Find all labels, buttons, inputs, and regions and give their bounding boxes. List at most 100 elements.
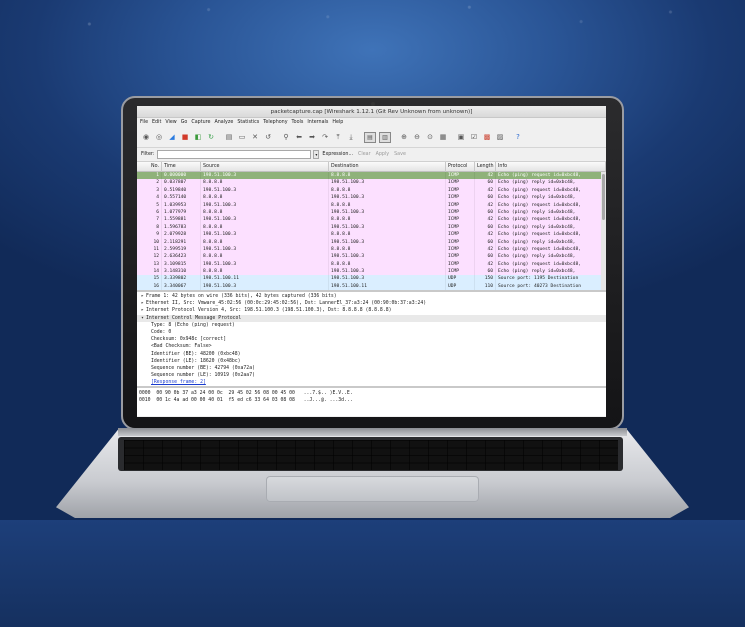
cell-no: 6 [137,208,162,217]
cell-len: 42 [475,186,496,195]
menu-item-go[interactable]: Go [181,120,188,125]
column-header-destination[interactable]: Destination [329,161,446,172]
menu-item-analyze[interactable]: Analyze [214,120,233,125]
table-row[interactable]: 16 3.340067 198.51.100.3 198.51.100.11 UDP 11… [137,282,606,291]
save-file-icon[interactable]: ▤ [224,132,234,142]
zoom-in-icon[interactable]: ⊕ [399,132,409,142]
hex-row[interactable]: 0010 00 1c 4a ad 00 00 40 01 f5 ed c6 33… [139,397,606,404]
table-row[interactable]: 2 0.037807 8.8.8.8 198.51.100.3 ICMP 60 Echo (… [137,179,606,187]
hex-row[interactable]: 0000 00 90 0b 37 a3 24 00 0c 29 45 02 56… [139,390,606,397]
auto-scroll-icon[interactable]: ▤ [364,131,376,143]
cell-proto: ICMP [446,245,475,254]
clear-button[interactable]: Clear [358,152,371,157]
go-to-packet-icon[interactable]: ➡ [307,132,317,142]
cell-src: 198.51.100.3 [201,172,329,180]
filter-input[interactable] [157,150,312,159]
menu-item-edit[interactable]: Edit [152,120,161,125]
preferences-icon[interactable]: ▨ [495,132,505,142]
detail-field[interactable]: <Bad Checksum: False> [137,343,606,350]
apply-button[interactable]: Apply [376,152,390,157]
detail-field[interactable]: Sequence number (BE): 42794 (0xa72a) [137,365,606,372]
table-row[interactable]: 7 1.559881 198.51.100.3 8.8.8.8 ICMP 42 Echo (… [137,216,606,224]
close-file-icon[interactable]: ▭ [237,132,247,142]
detail-field[interactable]: Identifier (BE): 48200 (0xbc48) [137,351,606,358]
column-header-length[interactable]: Length [475,161,496,172]
resize-columns-icon[interactable]: ▦ [438,132,448,142]
cell-proto: ICMP [446,172,475,180]
normal-size-icon[interactable]: ▥ [379,131,391,143]
menu-item-telephony[interactable]: Telephony [263,120,287,125]
detail-field[interactable]: Checksum: 0x948c [correct] [137,336,606,343]
detail-field[interactable]: Sequence number (LE): 10919 (0x2aa7) [137,372,606,379]
table-row[interactable]: 9 2.079928 198.51.100.3 8.8.8.8 ICMP 42 Echo (… [137,231,606,239]
table-row[interactable]: 15 3.339802 198.51.100.11 198.51.100.3 UDP 15… [137,275,606,283]
menu-item-statistics[interactable]: Statistics [237,120,259,125]
table-row[interactable]: 11 2.599519 198.51.100.3 8.8.8.8 ICMP 42 Echo … [137,245,606,254]
column-header-info[interactable]: Info [496,161,606,172]
help-icon[interactable]: ? [513,132,523,142]
save-button[interactable]: Save [394,152,406,157]
detail-field[interactable]: Identifier (LE): 18620 (0x48bc) [137,358,606,365]
scrollbar-thumb[interactable] [602,174,605,220]
expression-button[interactable]: Expression... [322,152,353,157]
column-header-no[interactable]: No. [137,161,162,172]
table-row[interactable]: 6 1.077979 8.8.8.8 198.51.100.3 ICMP 60 Echo (… [137,208,606,217]
window-title: packetcapture.cap [Wireshark 1.12.1 (Git… [137,106,606,118]
cell-len: 150 [475,275,496,283]
cell-info: Source port: 40273 Destination [498,283,581,289]
table-row[interactable]: 14 3.148310 8.8.8.8 198.51.100.3 ICMP 60 Echo … [137,268,606,276]
menu-item-file[interactable]: File [140,120,148,125]
cell-len: 60 [475,253,496,261]
capture-options-icon[interactable]: ◎ [154,132,164,142]
table-row[interactable]: 4 0.557140 8.8.8.8 198.51.100.3 ICMP 60 Echo (… [137,194,606,202]
stop-capture-icon[interactable]: ■ [180,132,190,142]
table-row[interactable]: 10 2.118291 8.8.8.8 198.51.100.3 ICMP 60 Echo … [137,238,606,246]
column-header-protocol[interactable]: Protocol [446,161,475,172]
colorize-icon[interactable]: ⤓ [346,132,356,142]
detail-text: Sequence number (LE): 10919 (0x2aa7) [151,373,255,379]
find-packet-icon[interactable]: ↺ [263,132,273,142]
zoom-out-icon[interactable]: ⊖ [412,132,422,142]
go-last-icon[interactable]: ⤒ [333,132,343,142]
column-header-time[interactable]: Time [162,161,201,172]
filter-dropdown-icon[interactable]: ▾ [313,150,320,159]
open-file-icon[interactable]: ↻ [206,132,216,142]
cell-dst: 198.51.100.3 [329,253,446,261]
detail-text: Identifier (BE): 48200 (0xbc48) [151,351,241,357]
cell-len: 60 [475,194,496,202]
detail-section[interactable]: ▾ Internet Control Message Protocol [137,314,606,322]
go-forward-icon[interactable]: ⬅ [294,132,304,142]
detail-section[interactable]: ▸ Ethernet II, Src: Vmware_45:02:56 (00:0… [137,300,606,307]
menu-item-view[interactable]: View [165,120,176,125]
cell-src: 198.51.100.3 [201,231,329,239]
packet-list-scrollbar[interactable] [601,172,606,290]
menu-item-internals[interactable]: Internals [307,120,328,125]
interface-list-icon[interactable]: ◉ [141,132,151,142]
zoom-reset-icon[interactable]: ⊙ [425,132,435,142]
go-back-icon[interactable]: ⚲ [281,132,291,142]
column-header-source[interactable]: Source [201,161,329,172]
detail-field[interactable]: Code: 0 [137,329,606,336]
coloring-rules-icon[interactable]: ▩ [482,132,492,142]
table-row[interactable]: 5 1.039953 198.51.100.3 8.8.8.8 ICMP 42 Echo (… [137,201,606,209]
menu-item-help[interactable]: Help [332,120,343,125]
detail-section[interactable]: ▸ Internet Protocol Version 4, Src: 198.5… [137,307,606,314]
menu-item-capture[interactable]: Capture [191,120,210,125]
restart-capture-icon[interactable]: ◧ [193,132,203,142]
table-row[interactable]: 8 1.596783 8.8.8.8 198.51.100.3 ICMP 60 Echo (… [137,223,606,232]
detail-section[interactable]: ▸ Frame 1: 42 bytes on wire (336 bits), 4… [137,293,606,300]
menu-item-tools[interactable]: Tools [292,120,304,125]
table-row[interactable]: 3 0.519840 198.51.100.3 8.8.8.8 ICMP 42 Echo (… [137,186,606,195]
cell-len: 42 [475,172,496,180]
cell-src: 8.8.8.8 [201,223,329,232]
detail-text: [Response frame: 2] [151,380,206,386]
detail-field[interactable]: Type: 8 (Echo (ping) request) [137,322,606,329]
start-capture-icon[interactable]: ◢ [167,132,177,142]
table-row[interactable]: 13 3.109815 198.51.100.3 8.8.8.8 ICMP 42 Echo … [137,260,606,269]
reload-icon[interactable]: ✕ [250,132,260,142]
table-row[interactable]: 12 2.636423 8.8.8.8 198.51.100.3 ICMP 60 Echo … [137,253,606,261]
capture-filters-icon[interactable]: ▣ [456,132,466,142]
table-row[interactable]: 1 0.000000 198.51.100.3 8.8.8.8 ICMP 42 Echo (… [137,172,606,180]
display-filters-icon[interactable]: ☑ [469,132,479,142]
go-first-icon[interactable]: ↷ [320,132,330,142]
